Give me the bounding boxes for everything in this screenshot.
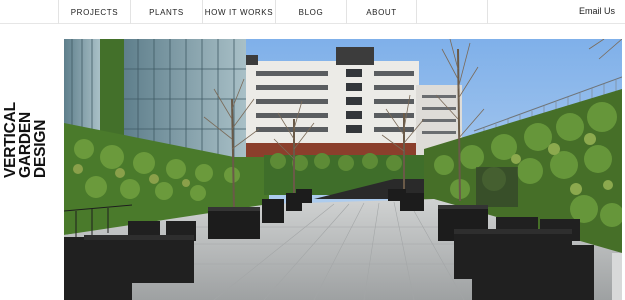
sidebar: VERTICAL GARDEN DESIGN	[0, 24, 58, 300]
logo-line-vertical: VERTICAL	[2, 102, 19, 178]
logo-line-design: DESIGN	[32, 119, 49, 178]
nav-plants[interactable]: PLANTS	[130, 0, 202, 24]
email-us-link[interactable]: Email Us	[579, 0, 615, 24]
main-nav: PROJECTS PLANTS HOW IT WORKS BLOG ABOUT	[58, 0, 417, 24]
site-logo[interactable]: VERTICAL GARDEN DESIGN	[2, 62, 49, 178]
hero-image	[64, 39, 622, 300]
nav-divider	[487, 0, 488, 24]
nav-about[interactable]: ABOUT	[346, 0, 417, 24]
courtyard-photo	[64, 39, 622, 300]
nav-projects[interactable]: PROJECTS	[58, 0, 130, 24]
logo-line-garden: GARDEN	[17, 112, 34, 178]
top-navigation-bar: PROJECTS PLANTS HOW IT WORKS BLOG ABOUT …	[0, 0, 625, 24]
nav-blog[interactable]: BLOG	[275, 0, 346, 24]
nav-how-it-works[interactable]: HOW IT WORKS	[202, 0, 275, 24]
